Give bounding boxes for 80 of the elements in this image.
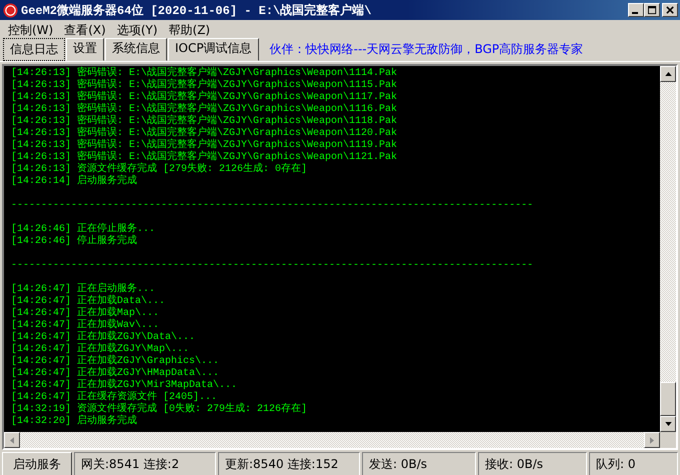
log-message: 密码错误: E:\战国完整客户端\ZGJY\Graphics\Weapon\1120.Pak (77, 128, 398, 139)
separator-line: --------------------------------------------------------------------------------------- (11, 260, 534, 271)
log-time: [14:26:13] (11, 80, 72, 91)
log-time: [14:26:14] (11, 176, 72, 187)
log-message: 启动服务完成 (77, 416, 138, 427)
window-title: GeeM2微端服务器64位 [2020-11-06] - E:\战国完整客户端\ (21, 2, 372, 18)
log-message: 正在加载ZGJY\Graphics\... (77, 356, 220, 367)
scroll-up-icon (664, 72, 672, 76)
log-message: 正在启动服务... (77, 284, 156, 295)
log-time: [14:26:47] (11, 344, 72, 355)
log-time: [14:26:13] (11, 104, 72, 115)
status-panel: 接收: 0B/s (478, 452, 587, 475)
log-message: 正在加载ZGJY\Mir3MapData\... (77, 380, 238, 391)
minimize-icon (632, 12, 638, 14)
log-time: [14:26:13] (11, 152, 72, 163)
log-message: 正在加载Data\... (77, 296, 166, 307)
log-time: [14:26:47] (11, 368, 72, 379)
log-time: [14:26:13] (11, 68, 72, 79)
maximize-button[interactable] (644, 3, 660, 17)
log-message: 密码错误: E:\战国完整客户端\ZGJY\Graphics\Weapon\1121.Pak (77, 152, 398, 163)
start-service-button[interactable]: 启动服务 (2, 452, 72, 475)
log-message: 启动服务完成 (77, 176, 138, 187)
scrollbar-thumb[interactable] (660, 382, 676, 416)
status-panel: 队列: 0 (589, 452, 678, 475)
log-message: 密码错误: E:\战国完整客户端\ZGJY\Graphics\Weapon\1117.Pak (77, 92, 398, 103)
status-panel: 网关:8541 连接:2 (74, 452, 216, 475)
close-button[interactable] (662, 3, 678, 17)
log-message: 正在加载Map\... (77, 308, 160, 319)
scroll-right-icon (650, 436, 654, 444)
vertical-scrollbar[interactable] (660, 66, 676, 432)
log-time: [14:26:47] (11, 392, 72, 403)
log-time: [14:26:46] (11, 236, 72, 247)
status-panel: 更新:8540 连接:152 (218, 452, 360, 475)
log-message: 密码错误: E:\战国完整客户端\ZGJY\Graphics\Weapon\1115.Pak (77, 80, 398, 91)
log-time: [14:32:19] (11, 404, 72, 415)
log-message: 正在加载ZGJY\Map\... (77, 344, 190, 355)
log-message: 正在加载ZGJY\Data\... (77, 332, 196, 343)
log-time: [14:26:13] (11, 140, 72, 151)
tab[interactable]: 设置 (66, 38, 104, 61)
log-time: [14:32:20] (11, 416, 72, 427)
log-message: 正在停止服务... (77, 224, 156, 235)
log-time: [14:26:13] (11, 164, 72, 175)
log-time: [14:26:47] (11, 308, 72, 319)
log-time: [14:26:13] (11, 92, 72, 103)
log-time: [14:26:47] (11, 380, 72, 391)
tab[interactable]: 信息日志 (3, 38, 65, 61)
maximize-icon (648, 6, 656, 14)
menu-item[interactable]: 查看(X) (60, 22, 113, 38)
log-time: [14:26:13] (11, 128, 72, 139)
menu-item[interactable]: 控制(W) (4, 22, 60, 38)
log-message: 密码错误: E:\战国完整客户端\ZGJY\Graphics\Weapon\1118.Pak (77, 116, 398, 127)
minimize-button[interactable] (628, 3, 644, 17)
log-message: 密码错误: E:\战国完整客户端\ZGJY\Graphics\Weapon\1119.Pak (77, 140, 398, 151)
separator-line: --------------------------------------------------------------------------------------- (11, 200, 534, 211)
log-time: [14:26:13] (11, 116, 72, 127)
log-message: 资源文件缓存完成 [0失败: 279生成: 2126存在] (77, 404, 308, 415)
close-icon (666, 6, 674, 14)
log-message: 密码错误: E:\战国完整客户端\ZGJY\Graphics\Weapon\1114.Pak (77, 68, 398, 79)
log-time: [14:26:47] (11, 332, 72, 343)
log-time: [14:26:47] (11, 356, 72, 367)
menu-item[interactable]: 选项(Y) (112, 22, 165, 38)
partner-text: 伙伴：快快网络---天网云擎无敌防御，BGP高防服务器专家 (270, 41, 584, 58)
log-message: 正在加载ZGJY\HMapData\... (77, 368, 220, 379)
log-time: [14:26:46] (11, 224, 72, 235)
tab[interactable]: 系统信息 (105, 38, 167, 61)
tab[interactable]: IOCP调试信息 (168, 38, 259, 61)
log-time: [14:26:47] (11, 320, 72, 331)
status-panel: 发送: 0B/s (362, 452, 476, 475)
horizontal-scrollbar[interactable] (4, 432, 660, 448)
log-message: 正在缓存资源文件 [2405]... (77, 392, 218, 403)
scroll-left-icon (10, 436, 14, 444)
log-message: 正在加载Wav\... (77, 320, 160, 331)
app-icon (3, 2, 18, 18)
log-time: [14:26:47] (11, 296, 72, 307)
scroll-down-icon (664, 422, 672, 426)
menu-item[interactable]: 帮助(Z) (164, 22, 218, 38)
log-time: [14:26:47] (11, 284, 72, 295)
log-message: 停止服务完成 (77, 236, 138, 247)
log-message: 密码错误: E:\战国完整客户端\ZGJY\Graphics\Weapon\1116.Pak (77, 104, 398, 115)
log-message: 资源文件缓存完成 [279失败: 2126生成: 0存在] (77, 164, 308, 175)
